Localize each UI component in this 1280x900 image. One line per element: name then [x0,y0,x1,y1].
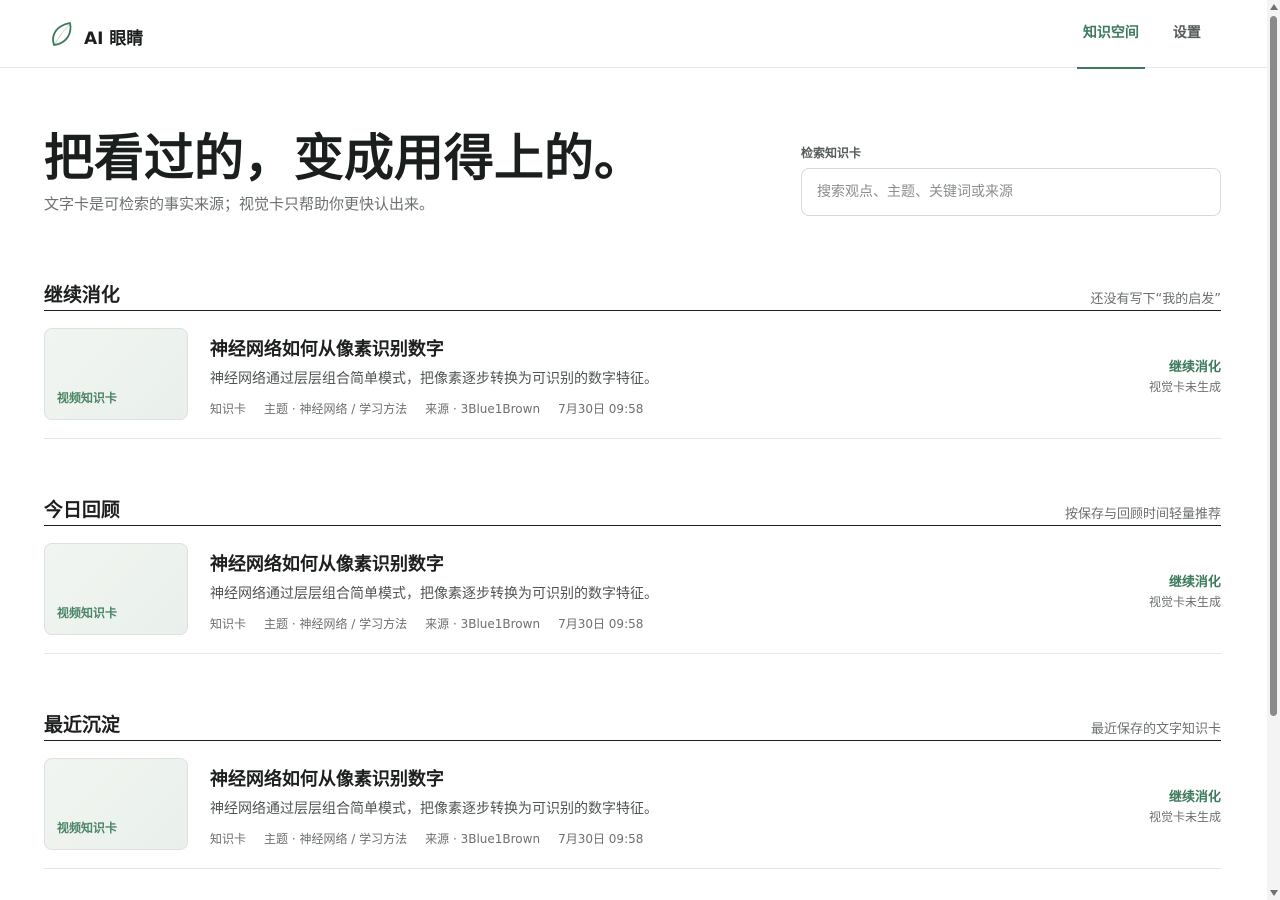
section-title: 最近沉淀 [44,714,121,736]
card-description: 神经网络通过层层组合简单模式，把像素逐步转换为可识别的数字特征。 [210,586,658,602]
card-status-link[interactable]: 继续消化 [1169,786,1221,805]
card-time: 7月30日 09:58 [558,402,644,416]
card-status-link[interactable]: 继续消化 [1169,571,1221,590]
brand[interactable]: AI 眼睛 [50,20,143,52]
card-meta: 知识卡 主题 · 神经网络 / 学习方法 来源 · 3Blue1Brown 7月… [210,830,643,847]
section-header: 今日回顾 按保存与回顾时间轻量推荐 [44,483,1221,526]
section-title: 继续消化 [44,284,121,306]
search-label: 检索知识卡 [801,146,862,160]
search-input[interactable] [801,168,1221,216]
scrollbar-thumb[interactable] [1270,16,1277,716]
card-thumbnail[interactable]: 视频知识卡 [44,328,188,420]
card-description: 神经网络通过层层组合简单模式，把像素逐步转换为可识别的数字特征。 [210,801,658,817]
nav-knowledge-space[interactable]: 知识空间 [1077,0,1145,69]
page-title: 把看过的，变成用得上的。 [44,129,644,187]
card-status-link[interactable]: 继续消化 [1169,356,1221,375]
scroll-down-arrow-icon[interactable] [1270,890,1278,896]
section-header: 继续消化 还没有写下“我的启发” [44,268,1221,311]
card-meta: 知识卡 主题 · 神经网络 / 学习方法 来源 · 3Blue1Brown 7月… [210,400,643,417]
main-nav: 知识空间 设置 [1055,0,1207,69]
card-topic: 主题 · 神经网络 / 学习方法 [264,832,408,846]
card-type: 知识卡 [210,617,247,631]
section-today-review: 今日回顾 按保存与回顾时间轻量推荐 视频知识卡 神经网络如何从像素识别数字 神经… [44,483,1221,654]
card-title[interactable]: 神经网络如何从像素识别数字 [210,550,444,576]
thumbnail-label: 视频知识卡 [57,606,118,620]
card-source: 来源 · 3Blue1Brown [425,402,541,416]
nav-settings[interactable]: 设置 [1167,0,1207,68]
card-type: 知识卡 [210,402,247,416]
card-title[interactable]: 神经网络如何从像素识别数字 [210,335,444,361]
card-source: 来源 · 3Blue1Brown [425,832,541,846]
card-title[interactable]: 神经网络如何从像素识别数字 [210,765,444,791]
card-topic: 主题 · 神经网络 / 学习方法 [264,617,408,631]
section-header: 最近沉淀 最近保存的文字知识卡 [44,698,1221,741]
thumbnail-label: 视频知识卡 [57,821,118,835]
card-topic: 主题 · 神经网络 / 学习方法 [264,402,408,416]
card-description: 神经网络通过层层组合简单模式，把像素逐步转换为可识别的数字特征。 [210,371,658,387]
section-title: 今日回顾 [44,499,121,521]
section-note: 最近保存的文字知识卡 [1090,722,1221,737]
card-time: 7月30日 09:58 [558,832,644,846]
knowledge-card[interactable]: 视频知识卡 神经网络如何从像素识别数字 神经网络通过层层组合简单模式，把像素逐步… [44,741,1221,869]
scroll-up-arrow-icon[interactable] [1270,4,1278,10]
card-substatus: 视觉卡未生成 [1148,810,1221,824]
card-substatus: 视觉卡未生成 [1148,380,1221,394]
card-meta: 知识卡 主题 · 神经网络 / 学习方法 来源 · 3Blue1Brown 7月… [210,615,643,632]
card-thumbnail[interactable]: 视频知识卡 [44,758,188,850]
card-thumbnail[interactable]: 视频知识卡 [44,543,188,635]
card-time: 7月30日 09:58 [558,617,644,631]
leaf-icon [50,20,74,52]
section-note: 还没有写下“我的启发” [1090,292,1221,307]
page-subtitle: 文字卡是可检索的事实来源；视觉卡只帮助你更快认出来。 [44,195,435,213]
card-substatus: 视觉卡未生成 [1148,595,1221,609]
scrollbar[interactable] [1267,0,1280,900]
card-source: 来源 · 3Blue1Brown [425,617,541,631]
thumbnail-label: 视频知识卡 [57,391,118,405]
brand-name: AI 眼睛 [84,28,144,49]
section-continue-digest: 继续消化 还没有写下“我的启发” 视频知识卡 神经网络如何从像素识别数字 神经网… [44,268,1221,439]
top-bar: AI 眼睛 知识空间 设置 [0,0,1267,69]
knowledge-card[interactable]: 视频知识卡 神经网络如何从像素识别数字 神经网络通过层层组合简单模式，把像素逐步… [44,311,1221,439]
section-recent: 最近沉淀 最近保存的文字知识卡 视频知识卡 神经网络如何从像素识别数字 神经网络… [44,698,1221,869]
card-type: 知识卡 [210,832,247,846]
section-note: 按保存与回顾时间轻量推荐 [1064,507,1221,522]
knowledge-card[interactable]: 视频知识卡 神经网络如何从像素识别数字 神经网络通过层层组合简单模式，把像素逐步… [44,526,1221,654]
